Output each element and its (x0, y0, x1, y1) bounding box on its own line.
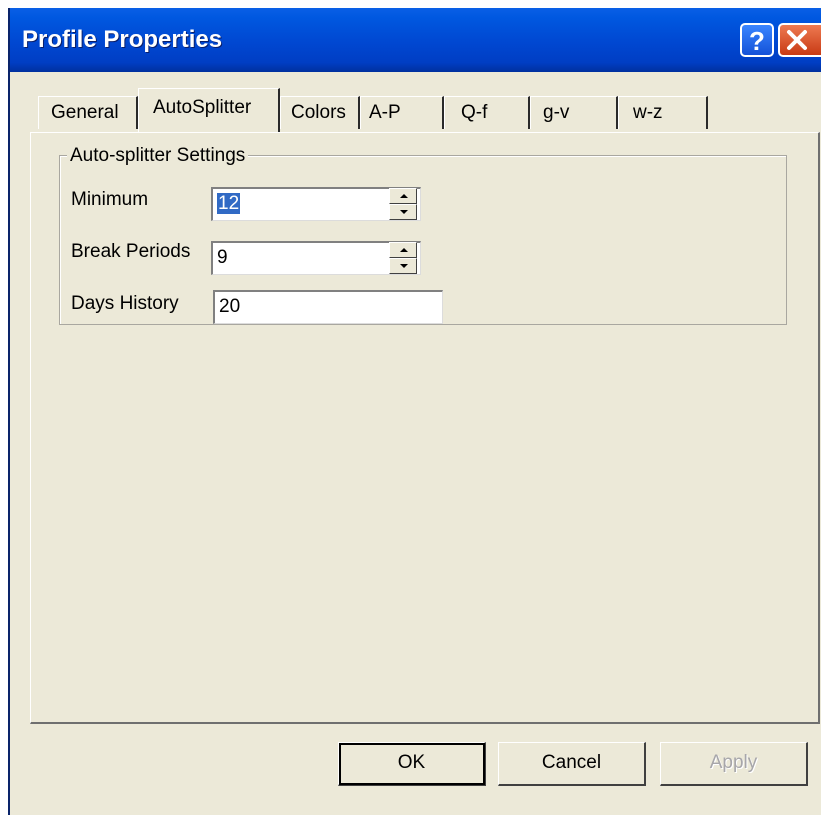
minimum-value: 12 (217, 193, 241, 214)
days-history-label: Days History (71, 293, 179, 314)
break-periods-increment-button[interactable] (389, 242, 417, 258)
minimum-decrement-button[interactable] (389, 204, 417, 220)
tab-general[interactable]: General (38, 96, 138, 129)
spin-down-icon (400, 264, 408, 268)
tab-colors[interactable]: Colors (280, 96, 360, 129)
tab-a-p[interactable]: A-P (360, 96, 444, 129)
apply-button[interactable]: Apply (660, 742, 808, 786)
days-history-input[interactable]: 20 (213, 290, 443, 324)
minimum-label: Minimum (71, 189, 149, 210)
minimum-spinner[interactable] (389, 188, 417, 220)
spin-down-icon (400, 210, 408, 214)
tab-g-v[interactable]: g-v (530, 96, 618, 129)
break-periods-spinner[interactable] (389, 242, 417, 274)
title-bar[interactable]: Profile Properties ? (10, 8, 821, 72)
days-history-value: 20 (219, 296, 241, 317)
break-periods-value: 9 (217, 247, 228, 268)
tab-q-f[interactable]: Q-f (444, 96, 530, 129)
tab-autosplitter[interactable]: AutoSplitter (138, 88, 280, 132)
autosplitter-tab-panel: Auto-splitter Settings Minimum 12 Break … (30, 132, 820, 724)
close-button[interactable] (778, 23, 821, 57)
close-icon (787, 30, 807, 50)
tab-w-z[interactable]: w-z (618, 96, 708, 129)
cancel-button[interactable]: Cancel (498, 742, 646, 786)
spin-up-icon (400, 194, 408, 198)
tab-strip: General AutoSplitter Colors A-P Q-f g-v … (10, 72, 821, 132)
spin-up-icon (400, 248, 408, 252)
ok-button[interactable]: OK (338, 742, 486, 786)
break-periods-decrement-button[interactable] (389, 258, 417, 274)
minimum-increment-button[interactable] (389, 188, 417, 204)
help-icon: ? (749, 26, 765, 56)
group-title: Auto-splitter Settings (67, 145, 249, 167)
help-button[interactable]: ? (740, 23, 774, 57)
break-periods-label: Break Periods (71, 241, 191, 262)
profile-properties-dialog: Profile Properties ? General AutoSplitte… (8, 8, 821, 815)
window-title: Profile Properties (22, 26, 223, 53)
